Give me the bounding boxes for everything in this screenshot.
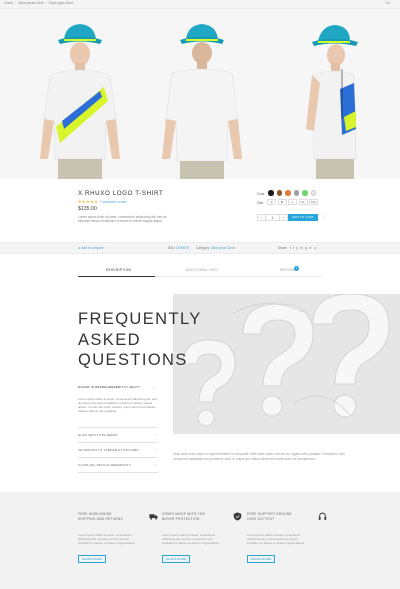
learn-more-button[interactable]: LEARN MORE (247, 555, 275, 564)
faq-heading: FREQUENTLY ASKED QUESTIONS (78, 309, 202, 371)
feature-description: Lorem ipsum dolor sit amet, consectetur … (247, 533, 305, 546)
faq-heading-line: FREQUENTLY (78, 310, 202, 328)
color-swatch[interactable] (293, 190, 299, 196)
product-info: X RHUXO LOGO T-SHIRT ★★★★★ 1 customer re… (0, 179, 400, 242)
rating-stars: ★★★★★ (78, 199, 99, 204)
color-swatch[interactable] (310, 190, 316, 196)
category-label: Category: (196, 246, 210, 250)
tab-description[interactable]: DESCRIPTION (106, 268, 131, 272)
add-to-compare-link[interactable]: ⊕ Add to compare (78, 246, 104, 250)
size-label: Size (257, 201, 264, 205)
size-option[interactable]: M (277, 199, 287, 205)
faq-heading-line: QUESTIONS (78, 351, 188, 369)
color-swatches (268, 190, 316, 196)
breadcrumb-current: Tulpa Ipgis Dent (48, 1, 73, 5)
features-section: FREE WORLDWIDE SHIPPING AND RETURNS Lore… (0, 492, 400, 589)
feature-description: Lorem ipsum dolor sit amet, consectetur … (78, 533, 136, 546)
share-icon[interactable]: p (296, 246, 298, 250)
chevron-right-icon: › (154, 433, 156, 438)
product-gallery[interactable] (0, 9, 400, 179)
product-meta-bar: ⊕ Add to compare SKU: IXR0075 Category: … (0, 242, 400, 254)
feature-support: FREE SUPPORT AROUND 24/00 24/7 EXIT Lore… (247, 512, 327, 564)
add-to-cart-button[interactable]: ADD TO CART (288, 214, 318, 221)
feature-title: COMPLIANCE WITH THE BUYER PROTECTION (162, 512, 206, 521)
share-icon[interactable]: f (290, 246, 291, 250)
chevron-right-icon: › (154, 463, 156, 468)
sku-value: IXR0075 (176, 246, 189, 250)
feature-description: Lorem ipsum dolor sit amet, consectetur … (162, 533, 220, 546)
sku-label: SKU: (168, 246, 176, 250)
product-price: $135.00 (78, 206, 97, 212)
faq-question: INCIDIDUNT UT LABORE ET DOLORE? (78, 448, 140, 453)
headset-icon (318, 512, 327, 520)
faq-item-open[interactable]: DOLOR IN REPREHENDERIT IN VELIT? ⌄ (78, 380, 158, 395)
color-swatch[interactable] (268, 190, 274, 196)
faq-question: CULPA QUI OFFICIA DESERUNT? (78, 463, 131, 468)
chevron-down-icon: ⌄ (152, 385, 156, 389)
heart-icon[interactable]: ♡ (322, 215, 326, 221)
qty-increase-button[interactable]: + (279, 214, 288, 221)
faq-item[interactable]: ELAM VENI TOTE DEMO? › (78, 428, 158, 444)
breadcrumb-home[interactable]: Home (4, 1, 13, 5)
faq-accordion: DOLOR IN REPREHENDERIT IN VELIT? ⌄ Lorem… (78, 380, 158, 474)
faq-heading-line: ASKED (78, 330, 141, 349)
share-icon[interactable]: t (293, 246, 294, 250)
product-tabs: DESCRIPTION ADDITIONAL INFO REVIEWS (78, 265, 321, 277)
color-swatch[interactable] (302, 190, 308, 196)
shield-icon (233, 512, 242, 521)
truck-icon (149, 514, 158, 520)
size-option[interactable]: XL (298, 199, 308, 205)
color-swatch[interactable] (276, 190, 282, 196)
tab-additional-info[interactable]: ADDITIONAL INFO (186, 268, 218, 272)
qty-input[interactable]: 1 (266, 214, 279, 221)
breadcrumb: Home / Ultra Ipsum Dent / Tulpa Ipgis Dent (4, 1, 73, 5)
learn-more-button[interactable]: LEARN MORE (162, 555, 190, 564)
qty-decrease-button[interactable]: − (257, 214, 266, 221)
size-option[interactable]: XXL (309, 199, 318, 205)
gallery-counter: 1/4 (385, 1, 390, 5)
reviews-count-badge: 1 (294, 266, 299, 271)
faq-item[interactable]: INCIDIDUNT UT LABORE ET DOLORE? › (78, 443, 158, 459)
reviews-link[interactable]: 1 customer review (100, 200, 127, 204)
active-tab-indicator (78, 275, 155, 277)
sku: SKU: IXR0075 (168, 246, 189, 250)
share-links: Share: f t p in g ✉ ◎ (278, 246, 317, 250)
faq-question: DOLOR IN REPREHENDERIT IN VELIT? (78, 385, 141, 389)
share-label: Share: (278, 246, 288, 250)
learn-more-button[interactable]: LEARN MORE (78, 555, 106, 564)
size-option[interactable]: L (288, 199, 297, 205)
faq-question-marks-image (173, 294, 400, 434)
feature-protection: COMPLIANCE WITH THE BUYER PROTECTION Lor… (162, 512, 242, 564)
faq-question: ELAM VENI TOTE DEMO? (78, 433, 119, 438)
feature-shipping: FREE WORLDWIDE SHIPPING AND RETURNS Lore… (78, 512, 158, 564)
share-icon[interactable]: in (300, 246, 302, 250)
size-option[interactable]: S (267, 199, 276, 205)
category-link[interactable]: Ultra Ipsum Dent (211, 246, 235, 250)
feature-title: FREE WORLDWIDE SHIPPING AND RETURNS (78, 512, 123, 521)
feature-title: FREE SUPPORT AROUND 24/00 24/7 EXIT (247, 512, 292, 521)
product-image-back[interactable] (140, 9, 260, 179)
size-options: S M L XL XXL (267, 199, 318, 205)
product-short-description: Lorem ipsum dolor sit amet, consectetur … (78, 215, 167, 224)
color-label: Color (257, 192, 265, 196)
share-icon[interactable]: g (305, 246, 307, 250)
faq-answer: Lorem ipsum dolor sit amet, consectetur … (78, 395, 158, 429)
chevron-right-icon: › (154, 448, 156, 453)
share-icon[interactable]: ✉ (309, 246, 312, 250)
product-image-front[interactable] (20, 9, 140, 179)
product-title: X RHUXO LOGO T-SHIRT (78, 190, 164, 197)
top-bar: Home / Ultra Ipsum Dent / Tulpa Ipgis Dent 1… (0, 0, 400, 9)
share-icon[interactable]: ◎ (314, 246, 317, 250)
breadcrumb-category[interactable]: Ultra Ipsum Dent (18, 1, 43, 5)
color-swatch[interactable] (285, 190, 291, 196)
product-image-side[interactable] (268, 9, 388, 179)
faq-item[interactable]: CULPA QUI OFFICIA DESERUNT? › (78, 458, 158, 474)
faq-body-text: Duis aute irure dolor in reprehenderit i… (173, 452, 345, 461)
category: Category: Ultra Ipsum Dent (196, 246, 235, 250)
quantity-stepper: − 1 + (257, 214, 288, 221)
